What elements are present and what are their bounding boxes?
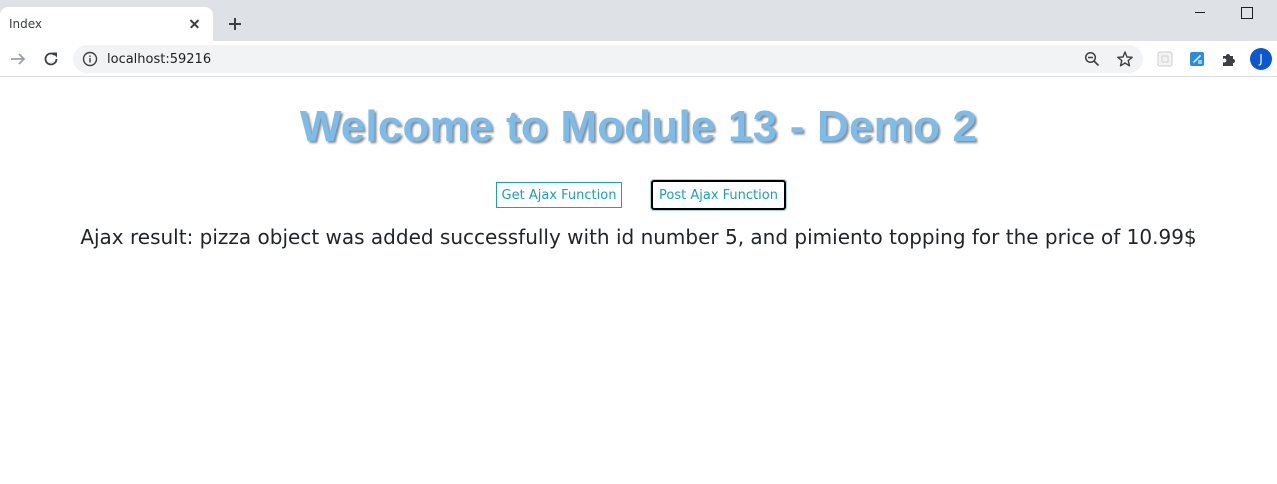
extension-icon[interactable] [1188, 50, 1206, 68]
zoom-out-icon[interactable] [1084, 51, 1100, 72]
tab-strip: Index [0, 0, 1277, 41]
maximize-icon[interactable] [1232, 5, 1260, 21]
url-text[interactable]: localhost:59216 [107, 52, 211, 67]
ajax-result-text: Ajax result: pizza object was added succ… [80, 225, 1197, 249]
avatar[interactable]: J [1250, 48, 1272, 70]
extension-icon[interactable] [1156, 50, 1174, 68]
post-ajax-button[interactable]: Post Ajax Function [650, 179, 787, 211]
reload-icon[interactable] [38, 46, 64, 72]
star-icon[interactable] [1116, 50, 1134, 73]
get-ajax-button[interactable]: Get Ajax Function [496, 182, 622, 208]
forward-arrow-icon[interactable] [5, 46, 31, 72]
info-icon[interactable] [82, 51, 98, 72]
tab-title: Index [9, 17, 43, 31]
puzzle-icon[interactable] [1220, 50, 1238, 68]
tab-index[interactable]: Index [0, 7, 213, 41]
new-tab-plus-icon[interactable] [224, 13, 246, 35]
close-icon[interactable] [186, 15, 204, 33]
page-content: Welcome to Module 13 - Demo 2 Get Ajax F… [0, 78, 1277, 484]
page-title: Welcome to Module 13 - Demo 2 [299, 102, 978, 151]
browser-toolbar: localhost:59216 J [0, 41, 1277, 77]
address-bar[interactable]: localhost:59216 [73, 45, 1143, 73]
minimize-icon[interactable] [1186, 5, 1214, 21]
